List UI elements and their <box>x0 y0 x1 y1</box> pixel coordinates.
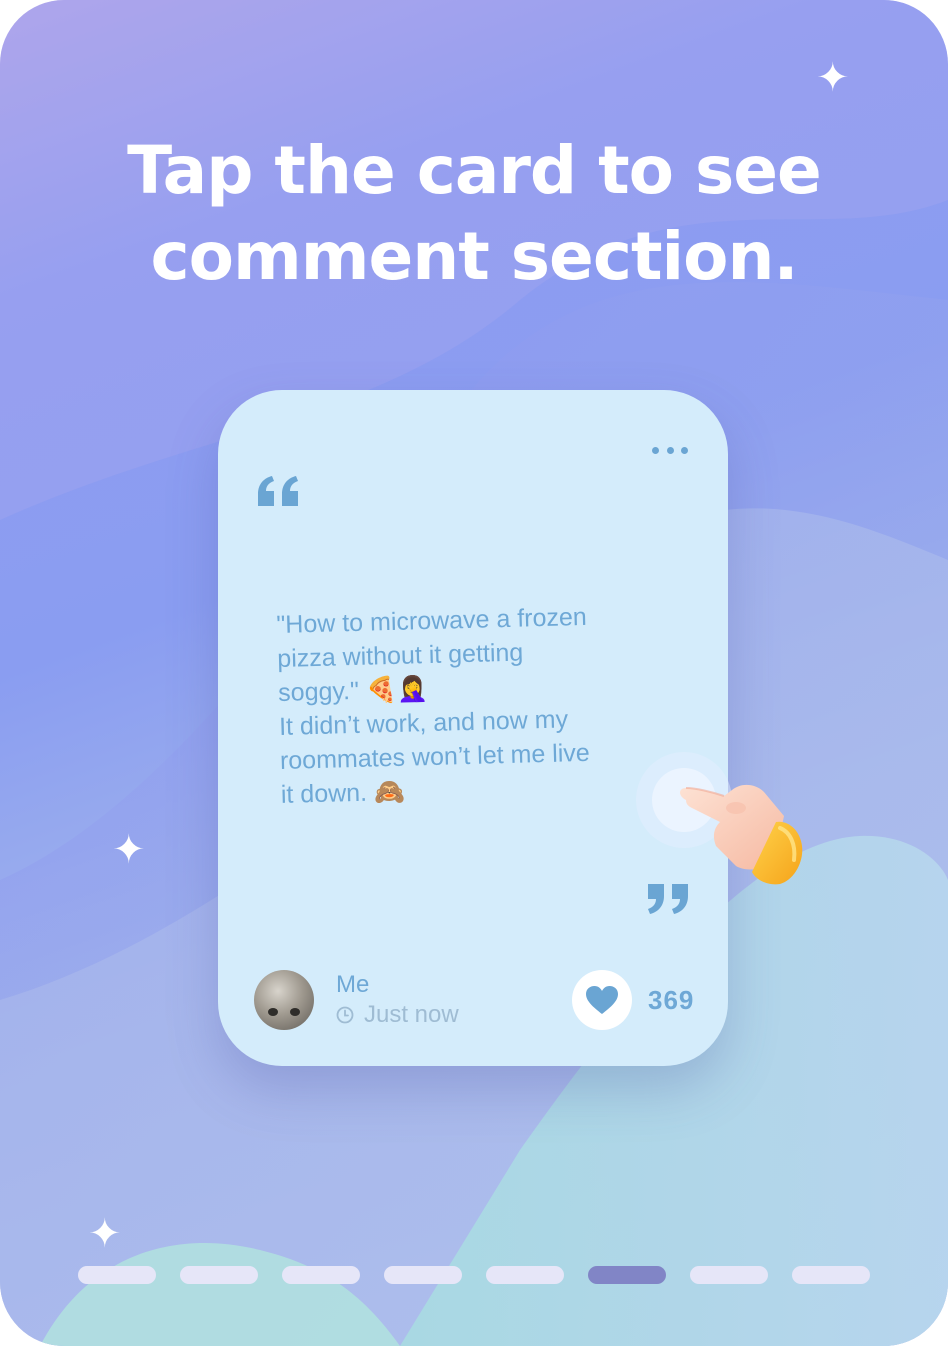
page-indicator <box>78 1266 870 1284</box>
star-icon: ✦ <box>816 56 850 100</box>
star-icon: ✦ <box>88 1212 122 1256</box>
heart-icon <box>586 986 618 1014</box>
like-count: 369 <box>648 984 695 1015</box>
headline: Tap the card to see comment section. <box>0 128 948 300</box>
like-button[interactable] <box>572 970 632 1030</box>
quote-open-icon <box>258 476 298 506</box>
author-meta: Me Just now <box>336 970 459 1030</box>
post-text: "How to microwave a frozen pizza without… <box>276 598 661 812</box>
page-dot[interactable] <box>792 1266 870 1284</box>
star-icon: ✦ <box>112 828 146 872</box>
headline-line-1: Tap the card to see <box>127 132 822 209</box>
page-dot[interactable] <box>78 1266 156 1284</box>
page-dot[interactable] <box>690 1266 768 1284</box>
onboarding-screen: Tap the card to see comment section. ✦ ✦… <box>0 0 948 1346</box>
post-author: Me Just now <box>254 970 459 1030</box>
page-dot[interactable] <box>282 1266 360 1284</box>
page-dot-active[interactable] <box>588 1266 666 1284</box>
post-time: Just now <box>336 1000 459 1030</box>
page-dot[interactable] <box>180 1266 258 1284</box>
like-group: 369 <box>572 970 694 1030</box>
pointing-hand-icon <box>680 784 803 885</box>
avatar[interactable] <box>254 970 314 1030</box>
page-dot[interactable] <box>384 1266 462 1284</box>
author-name: Me <box>336 971 370 998</box>
post-time-label: Just now <box>364 1001 459 1028</box>
page-dot[interactable] <box>486 1266 564 1284</box>
more-dots-icon[interactable] <box>652 442 688 458</box>
headline-line-2: comment section. <box>150 218 798 295</box>
clock-icon <box>336 1006 354 1024</box>
post-card[interactable]: "How to microwave a frozen pizza without… <box>218 390 728 1066</box>
